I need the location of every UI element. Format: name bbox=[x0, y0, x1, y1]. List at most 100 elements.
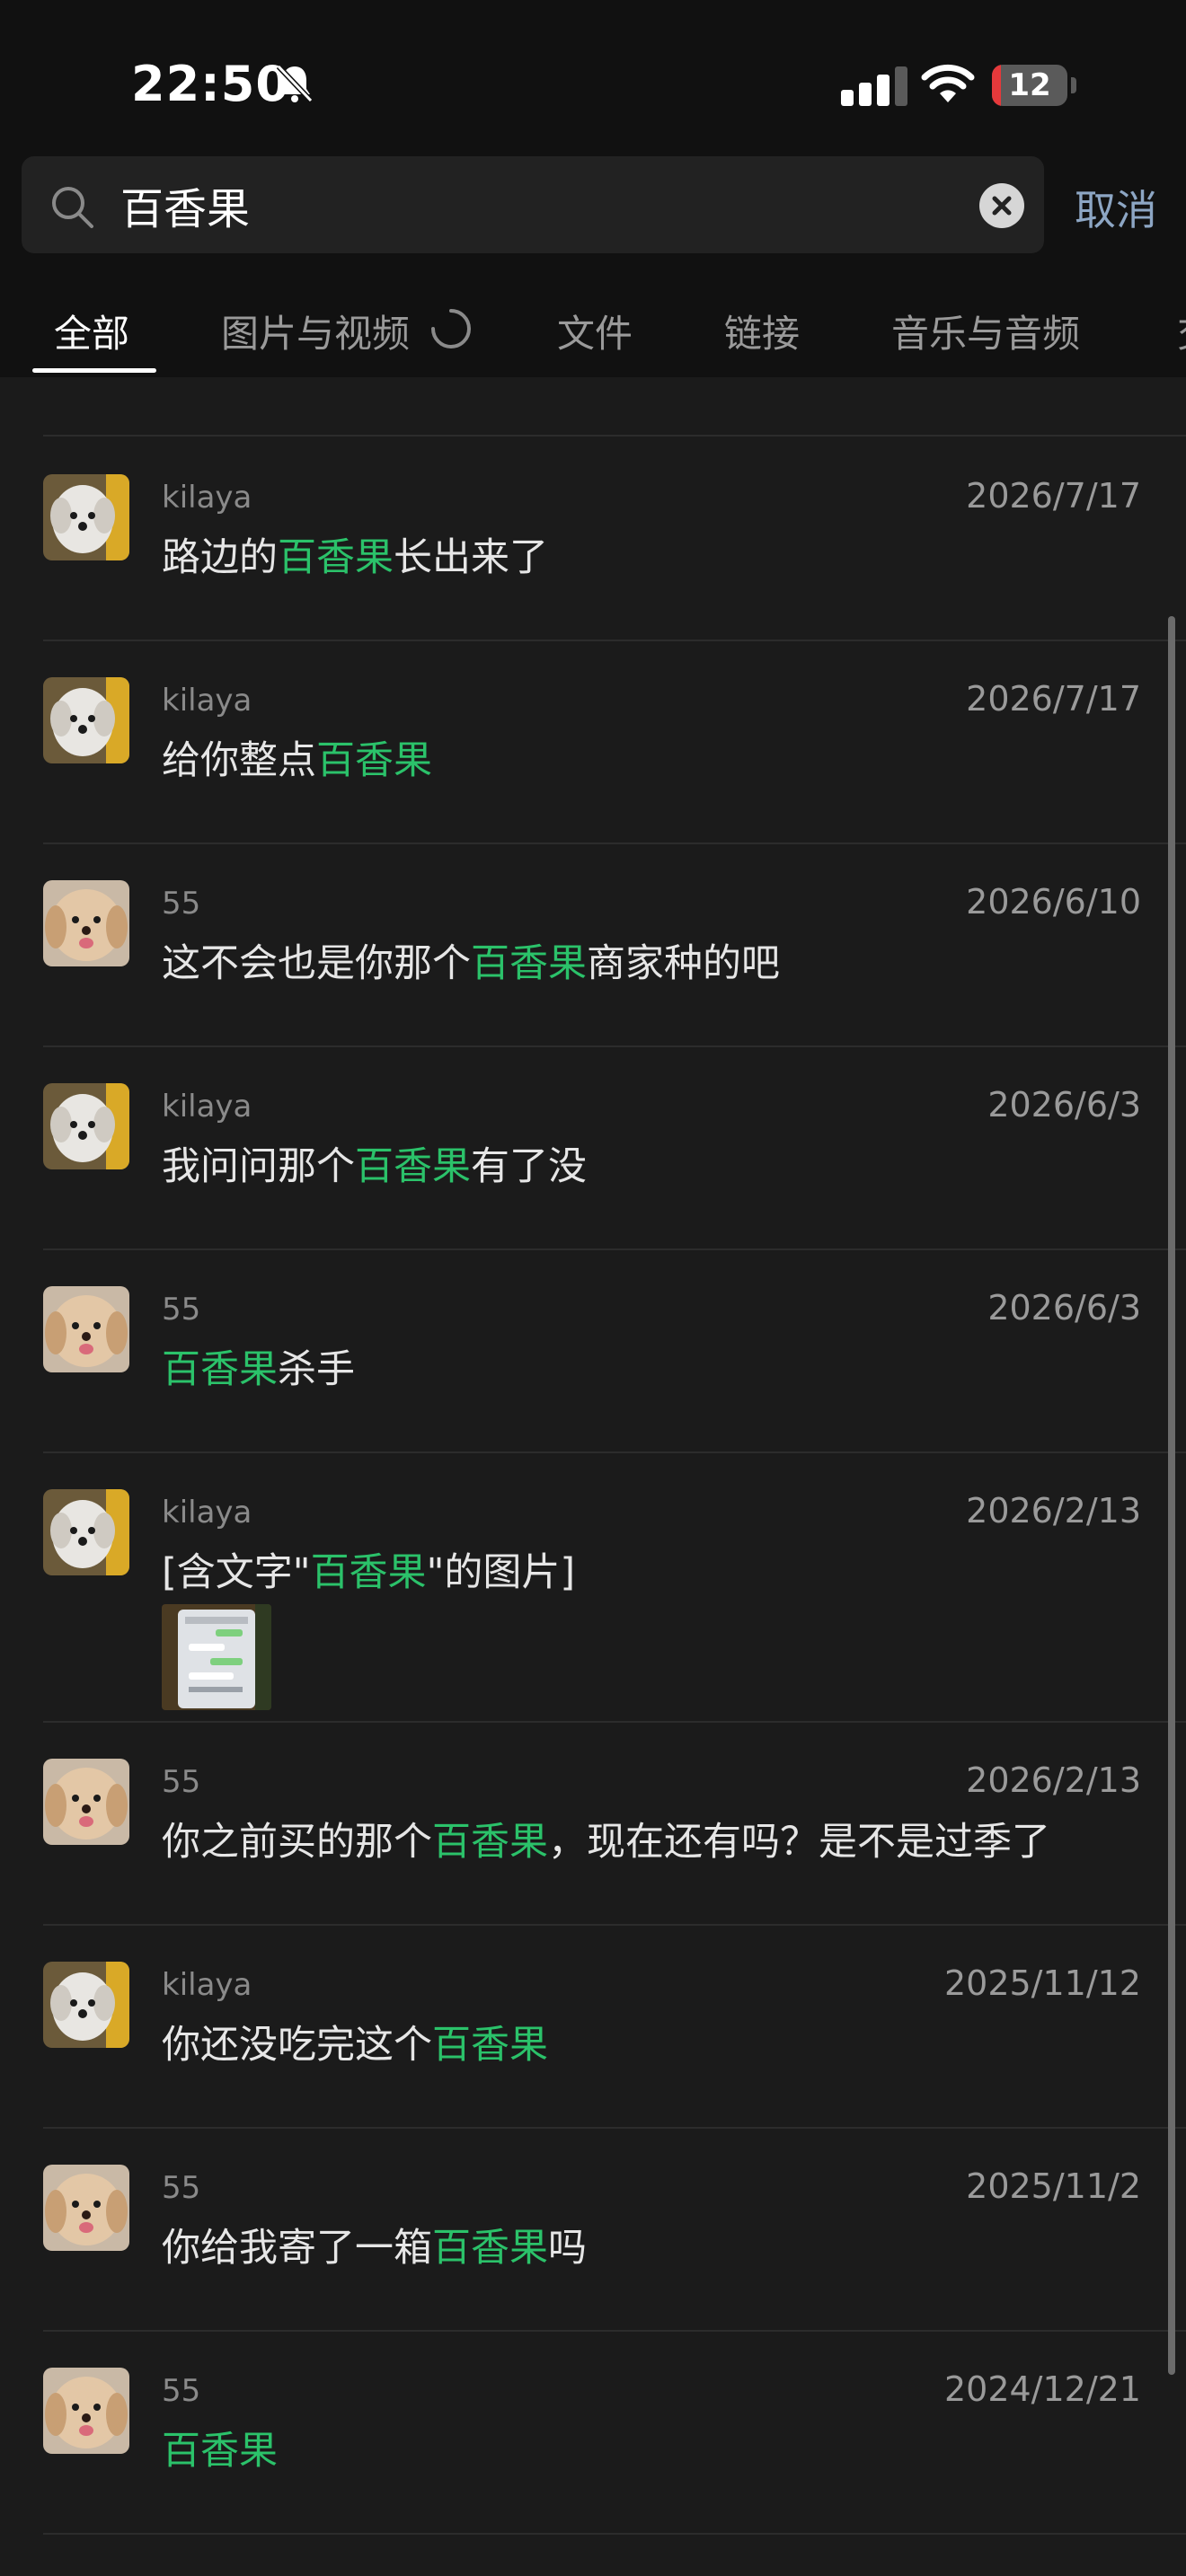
search-result-row[interactable]: kilaya 2026/7/17 路边的百香果长出来了 bbox=[0, 437, 1186, 640]
search-input[interactable] bbox=[120, 156, 965, 253]
message-text: 这不会也是你那个百香果商家种的吧 bbox=[162, 932, 780, 988]
avatar[interactable] bbox=[43, 2165, 129, 2251]
message-date: 2024/12/21 bbox=[943, 2369, 1141, 2409]
search-result-row[interactable]: 55 2026/6/3 百香果杀手 bbox=[0, 1248, 1186, 1451]
avatar[interactable] bbox=[43, 1083, 129, 1169]
sender-name: kilaya bbox=[162, 480, 252, 516]
message-text-part: 长出来了 bbox=[394, 535, 548, 580]
divider bbox=[43, 2533, 1186, 2535]
message-text-part: 这不会也是你那个 bbox=[162, 941, 471, 986]
highlighted-keyword: 百香果 bbox=[162, 1347, 278, 1392]
search-result-row[interactable]: kilaya 2026/6/3 我问问那个百香果有了没 bbox=[0, 1045, 1186, 1248]
message-text: 你还没吃完这个百香果 bbox=[162, 2014, 548, 2069]
status-bar: 22:50 12 bbox=[0, 0, 1186, 153]
search-icon bbox=[52, 187, 93, 228]
message-date: 2026/7/17 bbox=[966, 679, 1141, 719]
sender-name: 55 bbox=[162, 2170, 201, 2206]
message-text-part: 你还没吃完这个 bbox=[162, 2023, 432, 2068]
message-date: 2026/7/17 bbox=[966, 476, 1141, 516]
highlighted-keyword: 百香果 bbox=[162, 2429, 278, 2474]
message-text-part: "的图片] bbox=[426, 1550, 576, 1595]
battery-nub bbox=[1071, 77, 1076, 93]
avatar[interactable] bbox=[43, 1489, 129, 1575]
highlighted-keyword: 百香果 bbox=[471, 941, 587, 986]
cancel-button[interactable]: 取消 bbox=[1075, 178, 1157, 237]
highlighted-keyword: 百香果 bbox=[278, 535, 394, 580]
message-text: 我问问那个百香果有了没 bbox=[162, 1135, 587, 1191]
filter-tabs: 全部 图片与视频 文件 链接 音乐与音频 交 bbox=[0, 287, 1186, 377]
message-text: 给你整点百香果 bbox=[162, 729, 432, 785]
bell-slash-icon bbox=[276, 64, 314, 103]
message-date: 2026/6/3 bbox=[987, 1288, 1141, 1328]
message-date: 2026/6/3 bbox=[987, 1085, 1141, 1125]
message-text: 百香果 bbox=[162, 2420, 278, 2475]
search-result-row[interactable]: 55 2026/2/13 你之前买的那个百香果，现在还有吗？是不是过季了 bbox=[0, 1721, 1186, 1924]
avatar[interactable] bbox=[43, 1962, 129, 2048]
sender-name: 55 bbox=[162, 886, 201, 922]
search-box[interactable] bbox=[22, 156, 1044, 253]
battery-icon: 12 bbox=[992, 65, 1067, 106]
message-text: 百香果杀手 bbox=[162, 1338, 355, 1394]
highlighted-keyword: 百香果 bbox=[432, 1820, 548, 1865]
avatar[interactable] bbox=[43, 1759, 129, 1845]
sender-name: kilaya bbox=[162, 1495, 252, 1531]
search-result-row[interactable]: kilaya 2026/7/17 给你整点百香果 bbox=[0, 640, 1186, 842]
highlighted-keyword: 百香果 bbox=[310, 1550, 427, 1595]
tab-all[interactable]: 全部 bbox=[54, 304, 129, 358]
message-text-part: 给你整点 bbox=[162, 738, 316, 783]
message-text: 你给我寄了一箱百香果吗 bbox=[162, 2217, 587, 2272]
message-text-part: 路边的 bbox=[162, 535, 278, 580]
sender-name: 55 bbox=[162, 2373, 201, 2409]
message-text-part: [含文字" bbox=[162, 1550, 311, 1595]
close-icon bbox=[992, 196, 1012, 216]
tab-files[interactable]: 文件 bbox=[557, 304, 633, 358]
sender-name: 55 bbox=[162, 1292, 201, 1328]
message-text-part: 你之前买的那个 bbox=[162, 1820, 432, 1865]
message-text-part: ，现在还有吗？是不是过季了 bbox=[548, 1820, 1050, 1865]
search-result-row[interactable]: 55 2026/6/10 这不会也是你那个百香果商家种的吧 bbox=[0, 842, 1186, 1045]
message-date: 2026/6/10 bbox=[966, 882, 1141, 922]
avatar[interactable] bbox=[43, 1286, 129, 1372]
message-text-part: 商家种的吧 bbox=[587, 941, 780, 986]
clear-search-button[interactable] bbox=[979, 183, 1024, 228]
search-result-row[interactable]: 55 2025/11/2 你给我寄了一箱百香果吗 bbox=[0, 2127, 1186, 2330]
message-text-part: 有了没 bbox=[471, 1144, 587, 1189]
avatar[interactable] bbox=[43, 2368, 129, 2454]
sender-name: kilaya bbox=[162, 1089, 252, 1125]
avatar[interactable] bbox=[43, 474, 129, 560]
highlighted-keyword: 百香果 bbox=[432, 2023, 548, 2068]
status-time: 22:50 bbox=[131, 56, 290, 112]
sender-name: kilaya bbox=[162, 1967, 252, 2003]
search-result-row[interactable]: kilaya 2026/2/13 [含文字"百香果"的图片] bbox=[0, 1451, 1186, 1721]
active-tab-indicator bbox=[32, 368, 156, 373]
highlighted-keyword: 百香果 bbox=[355, 1144, 471, 1189]
message-text: 你之前买的那个百香果，现在还有吗？是不是过季了 bbox=[162, 1811, 1050, 1866]
sender-name: kilaya bbox=[162, 683, 252, 719]
loading-spinner-icon bbox=[431, 309, 471, 348]
tab-music-audio[interactable]: 音乐与音频 bbox=[891, 304, 1080, 358]
tab-links[interactable]: 链接 bbox=[724, 304, 800, 358]
avatar[interactable] bbox=[43, 677, 129, 763]
tab-images-videos[interactable]: 图片与视频 bbox=[221, 304, 410, 358]
tab-transactions[interactable]: 交 bbox=[1177, 304, 1186, 358]
image-thumbnail[interactable] bbox=[162, 1604, 271, 1710]
message-text-part: 杀手 bbox=[278, 1347, 355, 1392]
message-text: [含文字"百香果"的图片] bbox=[162, 1541, 575, 1597]
message-text: 路边的百香果长出来了 bbox=[162, 526, 548, 582]
highlighted-keyword: 百香果 bbox=[432, 2226, 548, 2271]
wifi-icon bbox=[921, 64, 975, 102]
scrollbar[interactable] bbox=[1168, 616, 1175, 2375]
highlighted-keyword: 百香果 bbox=[316, 738, 432, 783]
battery-percentage: 12 bbox=[1008, 67, 1051, 103]
search-result-row[interactable]: 55 2024/12/21 百香果 bbox=[0, 2330, 1186, 2533]
message-date: 2026/2/13 bbox=[966, 1491, 1141, 1531]
message-date: 2025/11/2 bbox=[966, 2166, 1141, 2206]
search-result-row[interactable]: kilaya 2025/11/12 你还没吃完这个百香果 bbox=[0, 1924, 1186, 2127]
cellular-signal-icon bbox=[841, 66, 907, 106]
message-date: 2025/11/12 bbox=[943, 1963, 1141, 2003]
message-text-part: 吗 bbox=[548, 2226, 587, 2271]
avatar[interactable] bbox=[43, 880, 129, 966]
search-bar: 取消 bbox=[0, 153, 1186, 287]
message-text-part: 你给我寄了一箱 bbox=[162, 2226, 432, 2271]
sender-name: 55 bbox=[162, 1764, 201, 1800]
